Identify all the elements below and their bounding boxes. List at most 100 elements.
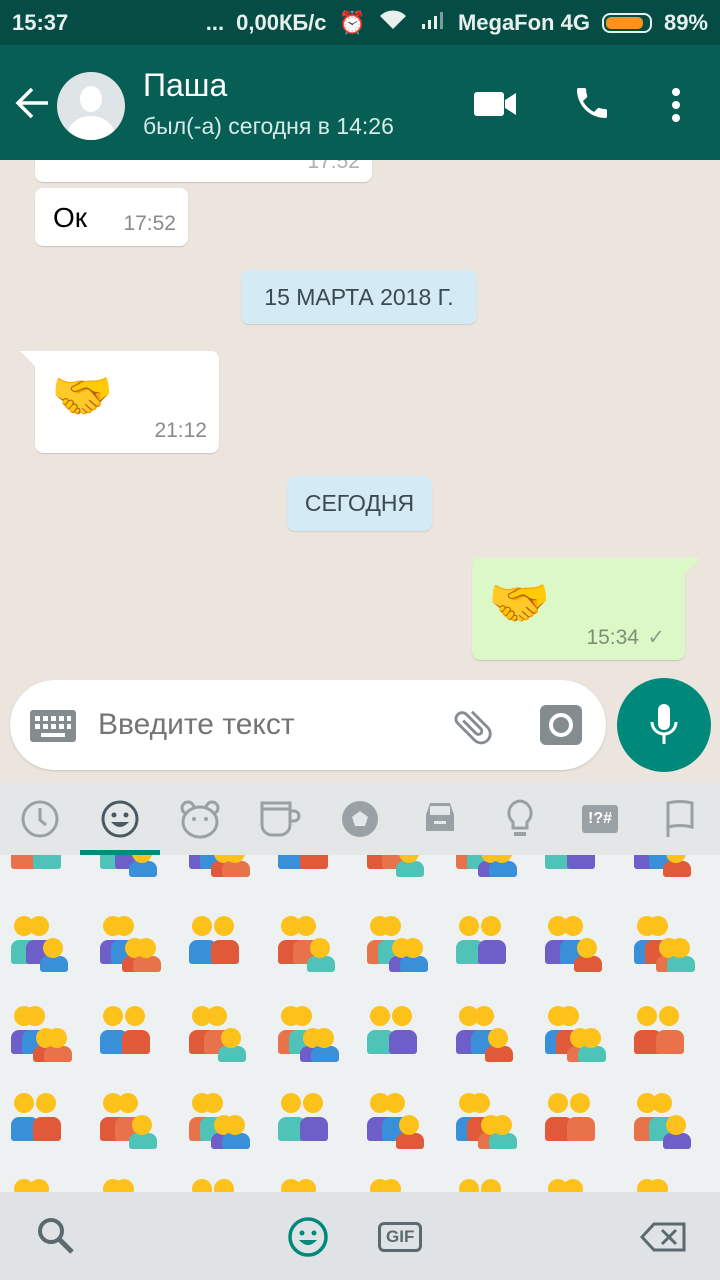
emoji-item[interactable]	[456, 910, 521, 974]
emoji-item[interactable]	[278, 1087, 343, 1151]
tab-activity[interactable]	[320, 782, 400, 855]
voice-call-button[interactable]	[572, 83, 612, 128]
emoji-item[interactable]	[11, 910, 76, 974]
message-outgoing[interactable]: 🤝 15:34 ✓	[472, 558, 685, 660]
emoji-item[interactable]	[545, 1087, 610, 1151]
emoji-item[interactable]	[11, 1087, 76, 1151]
video-call-button[interactable]	[474, 89, 518, 124]
contact-name[interactable]: Паша	[143, 67, 227, 104]
emoji-item[interactable]	[189, 1000, 254, 1064]
message-incoming[interactable]: Ок 17:52	[35, 188, 188, 246]
emoji-item[interactable]	[545, 855, 610, 879]
more-options-button[interactable]	[666, 87, 686, 128]
tab-food[interactable]	[240, 782, 320, 855]
message-input-bar	[10, 680, 606, 770]
clock-icon	[21, 800, 59, 837]
emoji-item[interactable]	[100, 1087, 165, 1151]
alarm-icon: ⏰	[338, 9, 366, 35]
sent-check-icon: ✓	[647, 626, 665, 649]
emoji-keyboard-bottom-bar: GIF	[0, 1192, 720, 1280]
camera-icon	[549, 713, 573, 737]
chat-header: Паша был(-а) сегодня в 14:26	[0, 45, 720, 160]
network-speed: 0,00КБ/с	[236, 9, 327, 35]
emoji-search-button[interactable]	[36, 1216, 76, 1261]
emoji-item[interactable]	[545, 1000, 610, 1064]
voice-record-button[interactable]	[617, 678, 711, 772]
emoji-item[interactable]	[100, 1000, 165, 1064]
emoji-item[interactable]	[189, 1087, 254, 1151]
lightbulb-icon	[507, 798, 533, 836]
avatar[interactable]	[57, 72, 125, 140]
microphone-icon	[650, 704, 678, 744]
last-seen: был(-а) сегодня в 14:26	[143, 113, 394, 139]
message-input[interactable]	[98, 708, 438, 742]
tab-objects[interactable]	[480, 782, 560, 855]
camera-button[interactable]	[540, 705, 582, 745]
emoji-item[interactable]	[189, 910, 254, 974]
emoji-category-tabs: !?#	[0, 782, 720, 855]
smiley-icon	[288, 1217, 328, 1257]
gif-button[interactable]: GIF	[378, 1222, 423, 1252]
emoji-item[interactable]	[100, 910, 165, 974]
emoji-item[interactable]	[367, 1000, 432, 1064]
tab-animals[interactable]	[160, 782, 240, 855]
emoji-item[interactable]	[11, 1000, 76, 1064]
emoji-item[interactable]	[101, 1173, 165, 1192]
tab-flags[interactable]	[640, 782, 720, 855]
soccer-ball-icon	[342, 800, 378, 837]
video-camera-icon	[474, 92, 516, 116]
smiley-icon	[101, 800, 139, 837]
emoji-item[interactable]	[634, 855, 699, 879]
paperclip-icon	[454, 710, 492, 745]
date-divider: 15 МАРТА 2018 Г.	[241, 270, 477, 324]
tab-recent[interactable]	[0, 782, 80, 855]
signal-icon	[420, 10, 446, 36]
emoji-item[interactable]	[634, 1000, 699, 1064]
emoji-item[interactable]	[279, 1173, 343, 1192]
message-text: Ок	[53, 202, 88, 233]
bubble-tail	[20, 351, 36, 367]
emoji-grid[interactable]	[0, 855, 720, 1192]
emoji-item[interactable]	[278, 1000, 343, 1064]
emoji-item[interactable]	[367, 855, 432, 879]
emoji-item[interactable]	[457, 1173, 521, 1192]
emoji-item[interactable]	[278, 910, 343, 974]
battery-percent: 89%	[663, 9, 708, 35]
cup-icon	[260, 801, 301, 836]
emoji-item[interactable]	[278, 855, 343, 879]
tab-travel[interactable]	[400, 782, 480, 855]
emoji-item[interactable]	[456, 1087, 521, 1151]
emoji-item[interactable]	[634, 1087, 699, 1151]
backspace-button[interactable]	[639, 1222, 686, 1257]
attach-button[interactable]	[450, 704, 496, 755]
flag-icon	[666, 799, 694, 837]
back-arrow-icon	[15, 87, 48, 119]
tab-symbols[interactable]: !?#	[560, 782, 640, 855]
emoji-item[interactable]	[546, 1173, 610, 1192]
wifi-icon	[378, 9, 408, 37]
emoji-item[interactable]	[100, 855, 165, 879]
emoji-item[interactable]	[635, 1173, 699, 1192]
emoji-item[interactable]	[545, 910, 610, 974]
handshake-emoji: 🤝	[488, 575, 551, 631]
clock: 15:37	[12, 9, 69, 35]
message-incoming[interactable]: 🤝 21:12	[35, 351, 219, 453]
bubble-tail	[685, 558, 701, 574]
emoji-item[interactable]	[190, 1173, 254, 1192]
keyboard-toggle-button[interactable]	[30, 710, 76, 747]
emoji-item[interactable]	[368, 1173, 432, 1192]
back-button[interactable]	[14, 85, 50, 126]
backspace-icon	[639, 1222, 686, 1252]
emoji-item[interactable]	[367, 910, 432, 974]
emoji-item[interactable]	[456, 855, 521, 879]
emoji-item[interactable]	[634, 910, 699, 974]
search-icon	[38, 1218, 74, 1254]
emoji-item[interactable]	[456, 1000, 521, 1064]
emoji-item[interactable]	[12, 1173, 76, 1192]
emoji-item[interactable]	[11, 855, 76, 879]
emoji-item[interactable]	[189, 855, 254, 879]
emoji-item[interactable]	[367, 1087, 432, 1151]
emoji-button[interactable]	[287, 1216, 329, 1263]
tab-smileys[interactable]	[80, 782, 160, 855]
status-bar: 15:37 ... 0,00КБ/с ⏰ MegaFon 4G 89%	[0, 0, 720, 45]
